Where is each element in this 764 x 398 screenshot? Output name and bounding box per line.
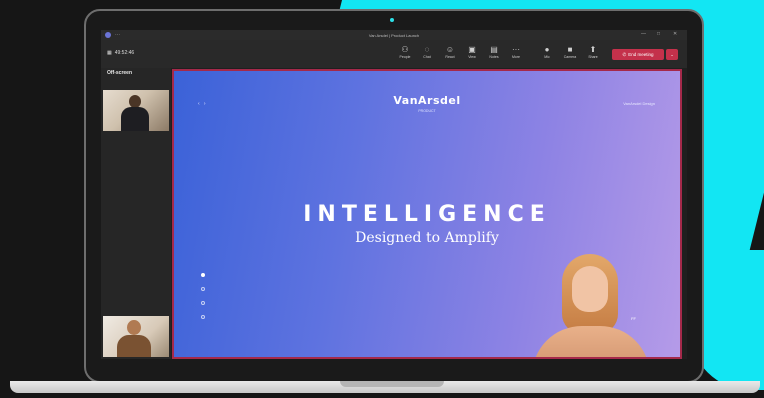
view-label: View [468,55,476,59]
presenter-tag: FF [631,316,636,321]
slide-dot[interactable] [201,315,205,319]
self-view-body [117,335,151,357]
share-label: Share [588,55,598,59]
end-meeting-dropdown[interactable]: ⌄ [666,49,678,60]
chat-icon: ◌ [424,45,430,54]
teams-meeting-window: ··· Van Arsdel | Product Launch — □ ✕ ▦ … [101,30,687,359]
slide-subline: Designed to Amplify [355,230,499,246]
timer-text: 49:52:46 [114,50,135,56]
phone-icon: ✆ [622,51,627,57]
brand-logo: VanArsdel [393,94,461,107]
mic-label: Mic [544,55,550,59]
chevron-down-icon: ⌄ [670,52,674,57]
participant-body [121,107,149,131]
teams-logo-icon [105,32,111,38]
notes-button[interactable]: ▤ Notes [485,45,503,65]
webcam-icon [390,18,394,22]
view-icon: ▣ [468,45,476,54]
people-label: People [399,55,411,59]
mic-icon: ● [544,45,550,54]
chat-button[interactable]: ◌ Chat [418,45,436,65]
slide-pagination [201,273,205,329]
mic-button[interactable]: ● Mic [538,45,556,65]
slide-dot-active[interactable] [201,273,205,277]
more-dots-icon[interactable]: ··· [115,32,120,38]
meeting-timer: ▦ 49:52:46 [107,50,134,56]
slide-headline: INTELLIGENCE [303,202,551,227]
presenter-face [572,266,608,312]
minimize-icon[interactable]: — [641,31,646,37]
window-title: Van Arsdel | Product Launch [368,32,420,38]
more-label: More [512,55,520,59]
end-meeting-label: End meeting [628,52,654,57]
notes-icon: ▤ [490,45,498,54]
camera-icon: ■ [567,45,573,54]
self-view-tile[interactable] [103,316,169,357]
chat-label: Chat [423,55,431,59]
people-icon: ⚇ [401,45,409,54]
meeting-toolbar: ▦ 49:52:46 ⚇ People ◌ Chat ☺ React ▣ Vie… [101,40,687,69]
presenter-shoulders [532,326,650,357]
camera-button[interactable]: ■ Camera [561,45,579,65]
react-label: React [445,55,455,59]
participant-tile[interactable] [103,90,169,131]
end-meeting-button[interactable]: ✆ End meeting [612,49,664,60]
camera-label: Camera [563,55,577,59]
slide-corner-tag: VanArsdel Design [623,101,655,106]
react-icon: ☺ [445,45,455,54]
share-icon: ⬆ [589,45,597,54]
share-button[interactable]: ⬆ Share [584,45,602,65]
close-icon[interactable]: ✕ [673,31,677,37]
slide-dot[interactable] [201,287,205,291]
slide-dot[interactable] [201,301,205,305]
title-bar: ··· Van Arsdel | Product Launch — □ ✕ [101,30,687,40]
view-button[interactable]: ▣ View [463,45,481,65]
shared-slide[interactable]: ‹ › VanArsdel PRODUCT VanArsdel Design I… [172,69,682,359]
panel-title: Off-screen [107,70,133,76]
react-button[interactable]: ☺ React [441,45,459,65]
maximize-icon[interactable]: □ [657,31,660,37]
more-icon: ··· [512,45,520,54]
notes-label: Notes [489,55,499,59]
presenter-video [526,246,656,357]
people-button[interactable]: ⚇ People [396,45,414,65]
brand-subtitle: PRODUCT [418,109,436,113]
more-button[interactable]: ··· More [507,45,525,65]
self-view-head [127,320,141,335]
grid-icon: ▦ [107,50,112,56]
laptop-notch [340,381,444,387]
